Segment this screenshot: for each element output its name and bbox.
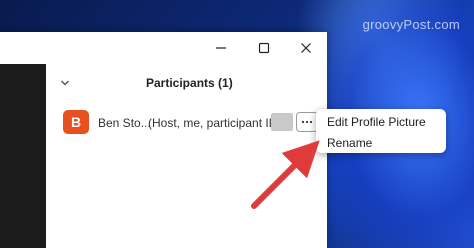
- menu-item-edit-profile-picture[interactable]: Edit Profile Picture: [327, 115, 426, 129]
- ellipsis-icon: [301, 120, 313, 124]
- video-area: [0, 64, 46, 248]
- more-options-button[interactable]: [296, 112, 318, 132]
- chevron-down-icon[interactable]: [60, 78, 70, 88]
- close-icon: [301, 43, 311, 53]
- participant-context-menu: Edit Profile Picture Rename: [316, 109, 446, 153]
- maximize-button[interactable]: [244, 32, 284, 64]
- zoom-window: Participants (1) B Ben Sto... (Host, me,…: [0, 32, 327, 248]
- avatar: B: [63, 110, 89, 134]
- participant-name: Ben Sto...: [98, 116, 151, 130]
- close-button[interactable]: [286, 32, 326, 64]
- menu-item-rename[interactable]: Rename: [327, 136, 372, 150]
- watermark: groovyPost.com: [362, 17, 460, 32]
- avatar-letter: B: [70, 114, 82, 130]
- minimize-button[interactable]: [201, 32, 241, 64]
- minimize-icon: [216, 47, 226, 49]
- participants-title: Participants (1): [146, 76, 233, 90]
- maximize-icon: [258, 42, 270, 54]
- redacted-participant-id: [271, 113, 293, 131]
- participant-role: (Host, me, participant ID:: [148, 116, 281, 130]
- participants-header: Participants (1): [60, 72, 322, 96]
- participant-row[interactable]: B Ben Sto... (Host, me, participant ID:: [62, 108, 322, 138]
